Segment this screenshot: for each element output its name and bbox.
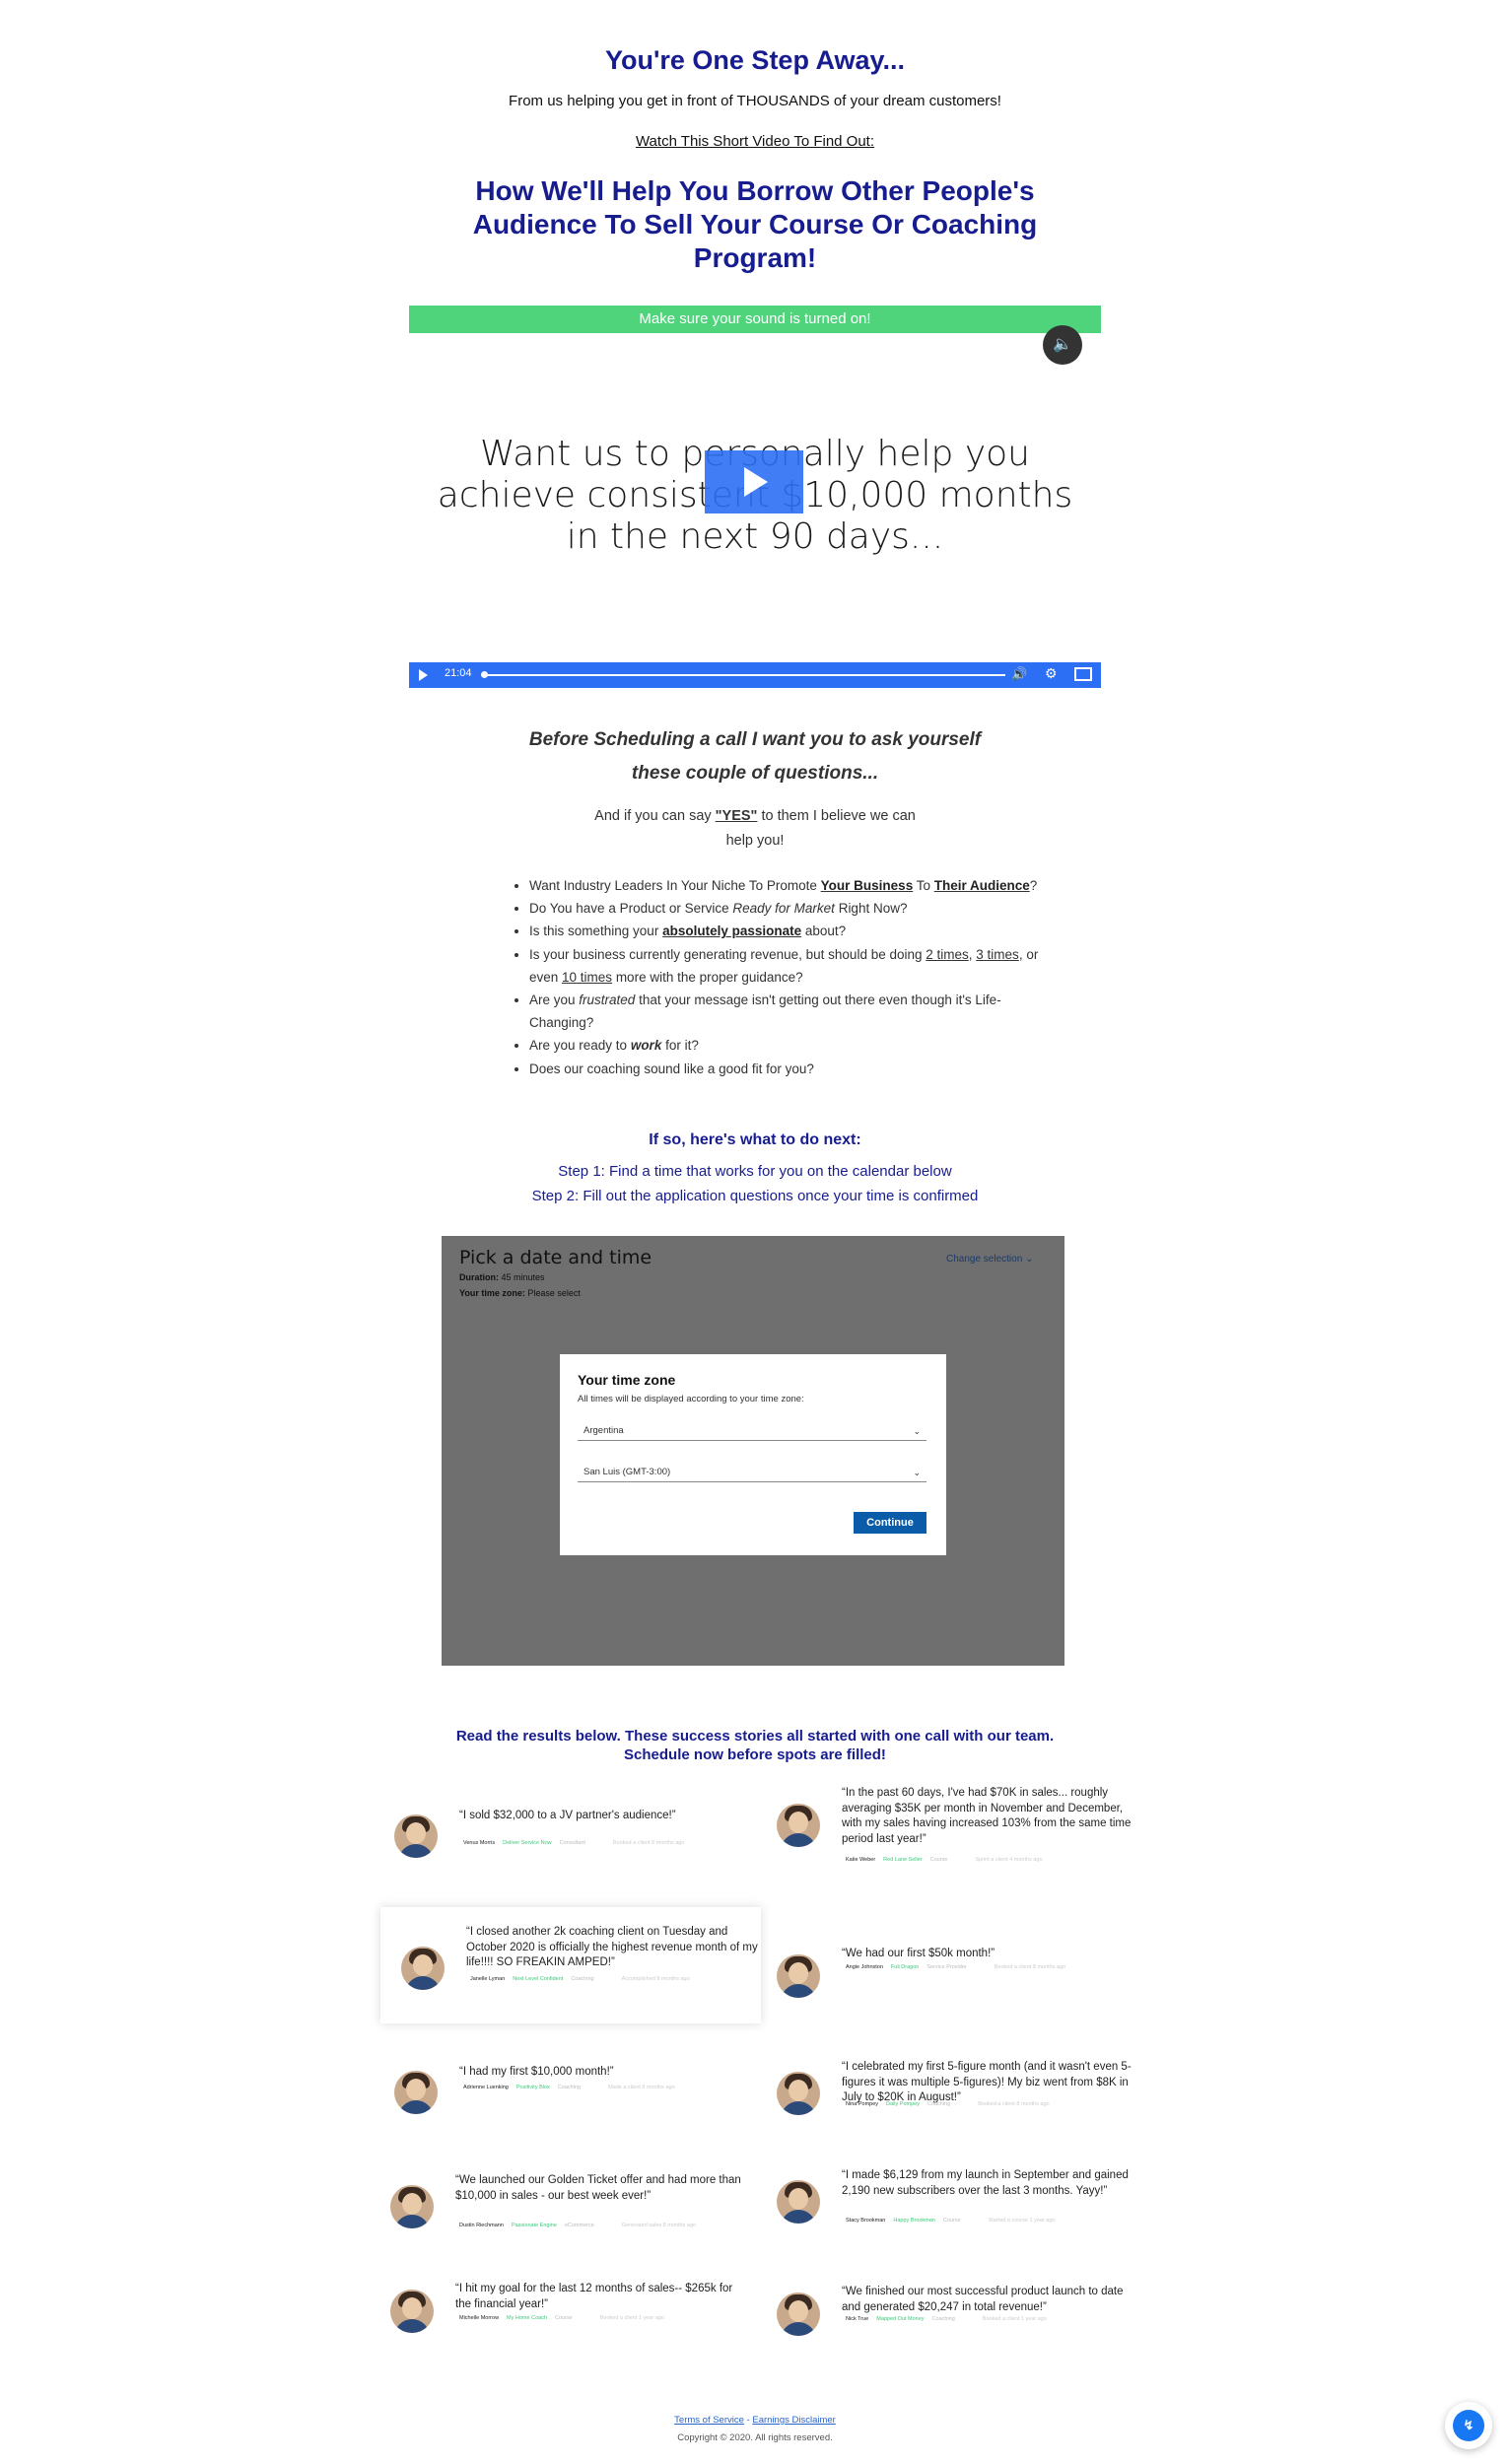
list-item: Is your business currently generating re…	[529, 943, 1062, 989]
yes-word: "YES"	[715, 808, 758, 824]
speaker-icon[interactable]: 🔈	[1043, 325, 1082, 365]
city-select[interactable]: San Luis (GMT-3:00) ⌄	[578, 1463, 927, 1482]
list-item: Does our coaching sound like a good fit …	[529, 1058, 1062, 1080]
questions-list: Want Industry Leaders In Your Niche To P…	[498, 874, 1062, 1080]
avatar	[777, 2180, 820, 2224]
modal-description: All times will be displayed according to…	[578, 1394, 804, 1404]
copyright: Copyright © 2020. All rights reserved.	[677, 2432, 833, 2443]
calendar-timezone: Your time zone: Please select	[459, 1288, 581, 1298]
page-title: You're One Step Away...	[604, 45, 905, 75]
testimonial-meta: Janelle Lyman Next Level Confident Coachin…	[470, 1976, 690, 1982]
play-icon[interactable]	[419, 669, 428, 681]
footer-links: Terms of Service - Earnings Disclaimer	[0, 2415, 1510, 2426]
avatar	[777, 1804, 820, 1847]
testimonial-quote: “We finished our most successful product…	[842, 2286, 1124, 2313]
testimonial-quote: “I celebrated my first 5-figure month (a…	[842, 2061, 1132, 2103]
testimonial-meta: Dustin Riechmann Passionate Engine eCommer…	[459, 2223, 696, 2228]
questions-heading: Before Scheduling a call I want you to a…	[528, 729, 982, 784]
testimonial-quote: “I hit my goal for the last 12 months of…	[455, 2283, 733, 2310]
avatar	[777, 2293, 820, 2336]
calendar-title: Pick a date and time	[459, 1247, 652, 1268]
testimonial-quote: “I closed another 2k coaching client on …	[466, 1926, 758, 1968]
video-progress-handle[interactable]	[481, 671, 488, 678]
modal-title: Your time zone	[578, 1372, 676, 1388]
list-item: Are you ready to work for it?	[529, 1034, 1062, 1057]
testimonial-meta: Nina Pompey Daily Pompey Coaching Booked a …	[846, 2101, 1050, 2107]
testimonial-meta: Nick True Mapped Out Money Coaching Booked …	[846, 2316, 1047, 2322]
calendar-duration: Duration: 45 minutes	[459, 1272, 545, 1282]
testimonial-quote: “We launched our Golden Ticket offer and…	[455, 2174, 741, 2202]
step-2-text: Step 2: Fill out the application questio…	[531, 1188, 979, 1204]
list-item: Want Industry Leaders In Your Niche To P…	[529, 874, 1062, 897]
terms-link[interactable]: Terms of Service	[674, 2415, 744, 2426]
subtitle: From us helping you get in front of THOU…	[509, 93, 1001, 109]
results-heading: Read the results below. These success st…	[455, 1728, 1055, 1763]
testimonial-quote: “I had my first $10,000 month!”	[459, 2066, 614, 2078]
avatar	[401, 1947, 445, 1990]
testimonial-meta: Michelle Morrow My Home Coach Course Booked…	[459, 2315, 664, 2321]
testimonial-meta: Adrienne Luenking Positivity Blox Coaching…	[463, 2085, 675, 2090]
testimonial-quote: “I sold $32,000 to a JV partner's audien…	[459, 1810, 676, 1821]
list-item: Do You have a Product or Service Ready f…	[529, 897, 1062, 920]
yes-pre: And if you can say	[594, 808, 716, 824]
calendar-widget: Pick a date and time Duration: 45 minute…	[442, 1236, 1064, 1666]
continue-button[interactable]: Continue	[854, 1512, 927, 1534]
video-progress-track[interactable]	[483, 674, 1005, 676]
testimonial-meta: Venus Morris Deliver Service Now Consultan…	[463, 1840, 685, 1846]
avatar	[390, 2290, 434, 2333]
video-controls: 21:04 🔊 ⚙	[409, 662, 1101, 688]
avatar	[777, 1954, 820, 1998]
testimonial-meta: Angie Johnston Fuli Dragon Service Provide…	[846, 1964, 1066, 1970]
questions-yes-text: And if you can say "YES" to them I belie…	[591, 804, 919, 854]
testimonial-quote: “I made $6,129 from my launch in Septemb…	[842, 2169, 1129, 2197]
gear-icon[interactable]: ⚙	[1045, 665, 1058, 682]
sound-notice-bar: Make sure your sound is turned on!	[409, 306, 1101, 333]
testimonial-quote: “We had our first $50k month!”	[842, 1948, 995, 1959]
chevron-down-icon: ⌄	[1025, 1254, 1034, 1265]
volume-icon[interactable]: 🔊	[1011, 666, 1027, 682]
video-duration: 21:04	[445, 667, 472, 679]
timezone-modal: Your time zone All times will be display…	[560, 1354, 946, 1555]
change-selection-link[interactable]: Change selection ⌄	[946, 1254, 1033, 1265]
avatar	[777, 2072, 820, 2115]
watch-text: Watch This Short Video To Find Out:	[635, 133, 875, 150]
testimonial-quote: “In the past 60 days, I've had $70K in s…	[842, 1787, 1132, 1845]
list-item: Are you frustrated that your message isn…	[529, 989, 1062, 1034]
chevron-down-icon: ⌄	[913, 1426, 921, 1436]
avatar	[394, 2071, 438, 2114]
testimonial-meta: Katie Weber Red Lane Seller Course Sprint a…	[846, 1857, 1043, 1863]
list-item: Is this something your absolutely passio…	[529, 920, 1062, 942]
play-icon	[744, 467, 768, 497]
next-steps-heading: If so, here's what to do next:	[649, 1131, 861, 1148]
fullscreen-icon[interactable]	[1074, 667, 1092, 681]
avatar	[390, 2185, 434, 2228]
messenger-icon: ↯	[1453, 2410, 1484, 2441]
testimonial-meta: Stacy Brookman Happy Brookman Course Starte…	[846, 2218, 1056, 2224]
chevron-down-icon: ⌄	[913, 1468, 921, 1477]
disclaimer-link[interactable]: Earnings Disclaimer	[752, 2415, 835, 2426]
country-select[interactable]: Argentina ⌄	[578, 1421, 927, 1441]
main-headline: How We'll Help You Borrow Other People's…	[472, 175, 1038, 273]
avatar	[394, 1814, 438, 1858]
step-1-text: Step 1: Find a time that works for you o…	[558, 1163, 952, 1180]
messenger-button[interactable]: ↯	[1445, 2402, 1492, 2449]
